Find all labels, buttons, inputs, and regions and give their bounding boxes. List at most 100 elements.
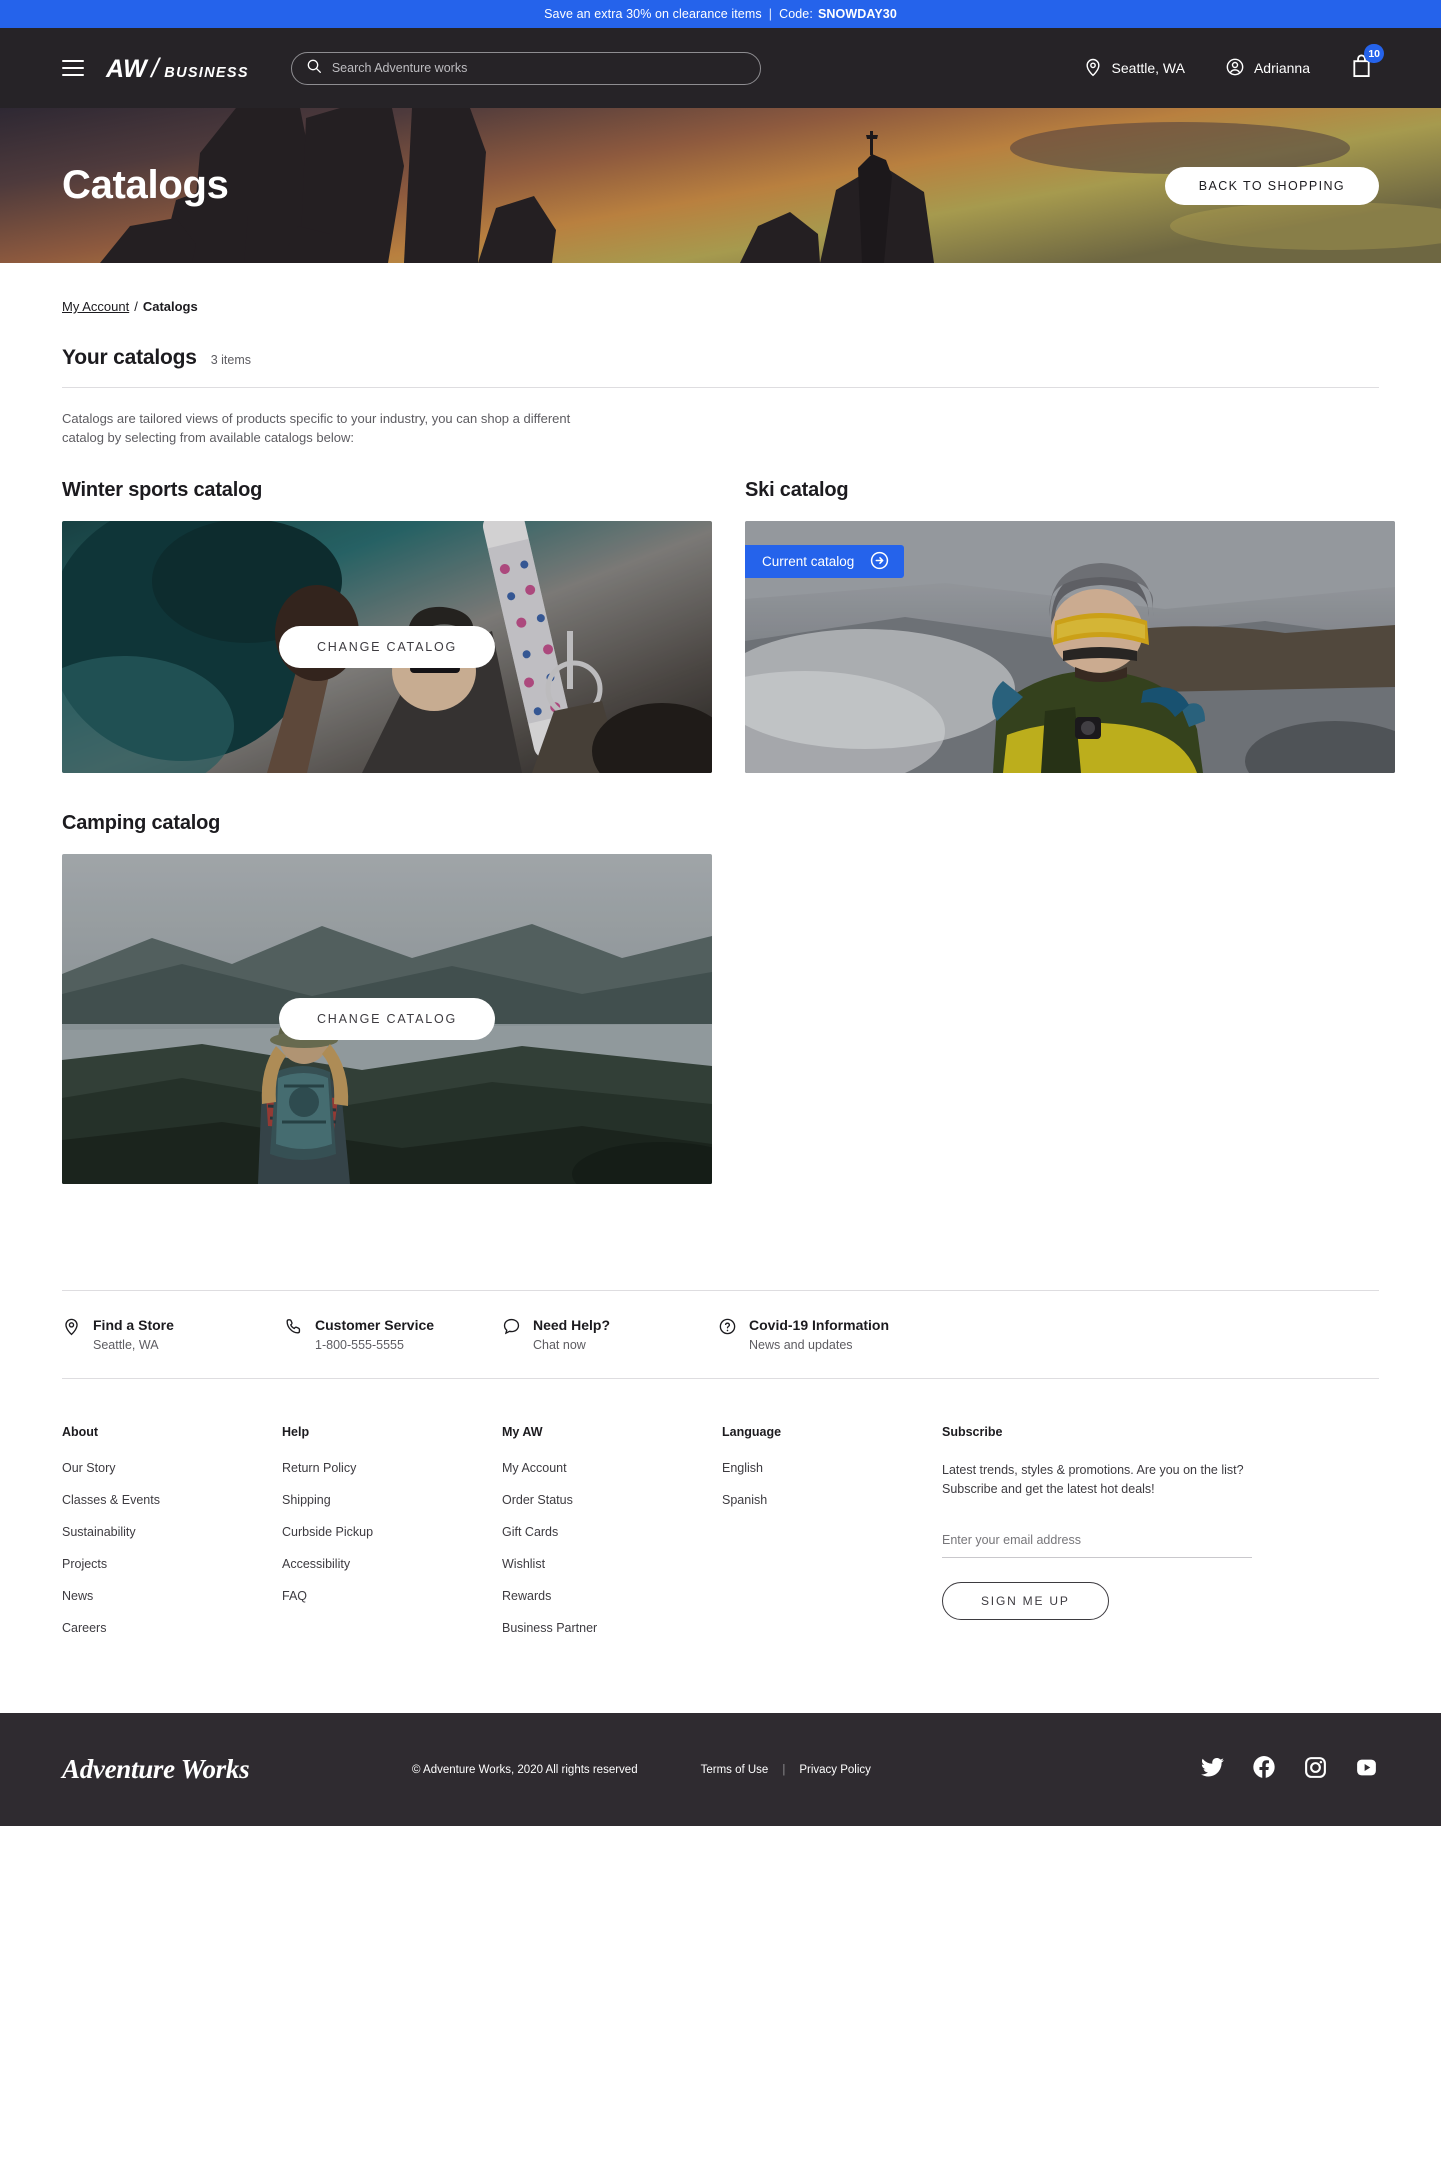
- header-actions: Seattle, WA Adrianna 10: [1083, 44, 1384, 83]
- phone-icon: [284, 1317, 303, 1341]
- breadcrumb-separator: /: [134, 299, 138, 314]
- footer-link[interactable]: News: [62, 1589, 282, 1603]
- catalog-winter-sports: Winter sports catalog CHANGE CATALOG: [62, 479, 712, 773]
- service-strip: Find a Store Seattle, WA Customer Servic…: [62, 1291, 1379, 1378]
- legal-links: Terms of Use | Privacy Policy: [701, 1764, 871, 1776]
- footer-link[interactable]: Our Story: [62, 1461, 282, 1475]
- page-title: Catalogs: [62, 163, 229, 207]
- site-header: AW / BUSINESS Seattle, WA: [0, 28, 1441, 108]
- footer-link[interactable]: English: [722, 1461, 942, 1475]
- footer-link[interactable]: My Account: [502, 1461, 722, 1475]
- footer-link[interactable]: Return Policy: [282, 1461, 502, 1475]
- location-pin-icon: [62, 1317, 81, 1341]
- service-subtitle: News and updates: [749, 1338, 853, 1352]
- footer-link[interactable]: Sustainability: [62, 1525, 282, 1539]
- footer-link[interactable]: Business Partner: [502, 1621, 722, 1635]
- section-divider: [62, 387, 1379, 388]
- footer-link-list: Return Policy Shipping Curbside Pickup A…: [282, 1461, 502, 1603]
- search-icon: [306, 58, 332, 79]
- facebook-icon[interactable]: [1251, 1754, 1277, 1785]
- change-catalog-button[interactable]: CHANGE CATALOG: [278, 626, 496, 668]
- subscribe-description-line-2: Subscribe and get the latest hot deals!: [942, 1482, 1155, 1496]
- instagram-icon[interactable]: [1303, 1755, 1328, 1785]
- footer-column-language: Language English Spanish: [722, 1425, 942, 1653]
- footer-link[interactable]: Rewards: [502, 1589, 722, 1603]
- terms-of-use-link[interactable]: Terms of Use: [701, 1764, 769, 1776]
- email-input[interactable]: [942, 1533, 1252, 1558]
- service-covid-information[interactable]: Covid-19 Information News and updates: [718, 1317, 978, 1352]
- service-customer-service[interactable]: Customer Service 1-800-555-5555: [284, 1317, 502, 1352]
- footer-link[interactable]: Careers: [62, 1621, 282, 1635]
- brand-business-text: BUSINESS: [164, 64, 249, 81]
- footer-link[interactable]: Gift Cards: [502, 1525, 722, 1539]
- item-count: 3 items: [210, 353, 252, 367]
- footer-column-about: About Our Story Classes & Events Sustain…: [62, 1425, 282, 1653]
- footer-link-list: My Account Order Status Gift Cards Wishl…: [502, 1461, 722, 1635]
- catalog-title: Camping catalog: [62, 812, 221, 834]
- question-circle-icon: [718, 1317, 737, 1341]
- catalog-card[interactable]: CHANGE CATALOG: [62, 854, 712, 1184]
- breadcrumb: My Account / Catalogs: [62, 263, 1379, 314]
- search-bar[interactable]: [290, 51, 761, 85]
- chat-bubble-icon: [502, 1317, 521, 1341]
- privacy-policy-link[interactable]: Privacy Policy: [799, 1764, 871, 1776]
- location-selector[interactable]: Seattle, WA: [1083, 57, 1185, 80]
- change-catalog-button[interactable]: CHANGE CATALOG: [278, 998, 496, 1040]
- account-menu[interactable]: Adrianna: [1225, 57, 1310, 80]
- current-catalog-label: Current catalog: [762, 554, 855, 569]
- user-avatar-icon: [1225, 57, 1245, 80]
- footer-link[interactable]: Order Status: [502, 1493, 722, 1507]
- catalog-grid-row-2: Camping catalog CHANGE CATALOG: [62, 812, 1379, 1184]
- service-subtitle: Chat now: [533, 1338, 586, 1352]
- footer-link-list: Our Story Classes & Events Sustainabilit…: [62, 1461, 282, 1635]
- footer-link[interactable]: FAQ: [282, 1589, 502, 1603]
- footer-column-help: Help Return Policy Shipping Curbside Pic…: [282, 1425, 502, 1653]
- service-title: Covid-19 Information: [749, 1317, 890, 1333]
- brand-logo[interactable]: AW / BUSINESS: [106, 53, 249, 84]
- main-content: My Account / Catalogs Your catalogs 3 it…: [0, 263, 1441, 1713]
- footer-column-heading: My AW: [502, 1425, 543, 1439]
- footer-link[interactable]: Projects: [62, 1557, 282, 1571]
- search-input[interactable]: [331, 61, 746, 75]
- footer-link[interactable]: Wishlist: [502, 1557, 722, 1571]
- footer-link[interactable]: Shipping: [282, 1493, 502, 1507]
- back-to-shopping-button[interactable]: BACK TO SHOPPING: [1164, 166, 1379, 205]
- twitter-icon[interactable]: [1200, 1755, 1225, 1785]
- footer-bottom-bar: Adventure Works © Adventure Works, 2020 …: [0, 1713, 1441, 1826]
- youtube-icon[interactable]: [1354, 1755, 1379, 1785]
- footer-link[interactable]: Accessibility: [282, 1557, 502, 1571]
- service-subtitle: Seattle, WA: [93, 1338, 159, 1352]
- location-label: Seattle, WA: [1111, 60, 1185, 76]
- footer-column-heading: Help: [282, 1425, 310, 1439]
- promo-banner: Save an extra 30% on clearance items | C…: [0, 0, 1441, 28]
- footer-link[interactable]: Curbside Pickup: [282, 1525, 502, 1539]
- service-find-a-store[interactable]: Find a Store Seattle, WA: [62, 1317, 284, 1352]
- subscribe-description-line-1: Latest trends, styles & promotions. Are …: [942, 1463, 1244, 1477]
- cart-button[interactable]: 10: [1350, 44, 1384, 83]
- copyright-text: © Adventure Works, 2020 All rights reser…: [412, 1763, 638, 1776]
- breadcrumb-my-account[interactable]: My Account: [62, 299, 129, 314]
- catalog-card[interactable]: CHANGE CATALOG: [62, 521, 712, 773]
- footer-link-columns: About Our Story Classes & Events Sustain…: [62, 1379, 1379, 1713]
- sign-me-up-button[interactable]: SIGN ME UP: [942, 1582, 1109, 1620]
- footer-column-heading: Language: [722, 1425, 782, 1439]
- catalog-ski: Ski catalog Current catalog: [745, 479, 1395, 773]
- footer-column-my-aw: My AW My Account Order Status Gift Cards…: [502, 1425, 722, 1653]
- service-need-help[interactable]: Need Help? Chat now: [502, 1317, 718, 1352]
- catalog-camping: Camping catalog CHANGE CATALOG: [62, 812, 712, 1184]
- promo-text: Save an extra 30% on clearance items: [544, 7, 762, 21]
- service-title: Need Help?: [533, 1317, 611, 1333]
- catalog-card[interactable]: Current catalog: [745, 521, 1395, 773]
- account-label: Adrianna: [1253, 60, 1310, 76]
- catalog-grid-row-1: Winter sports catalog CHANGE CATALOG Ski…: [62, 479, 1395, 773]
- breadcrumb-current: Catalogs: [142, 299, 198, 314]
- footer-column-heading: About: [62, 1425, 99, 1439]
- footer-column-subscribe: Subscribe Latest trends, styles & promot…: [942, 1425, 1379, 1653]
- footer-link[interactable]: Spanish: [722, 1493, 942, 1507]
- menu-icon[interactable]: [62, 60, 84, 76]
- section-title: Your catalogs: [62, 346, 197, 369]
- promo-separator: |: [768, 7, 773, 21]
- footer-link[interactable]: Classes & Events: [62, 1493, 282, 1507]
- subscribe-heading: Subscribe: [942, 1425, 1003, 1439]
- current-catalog-badge[interactable]: Current catalog: [745, 545, 905, 578]
